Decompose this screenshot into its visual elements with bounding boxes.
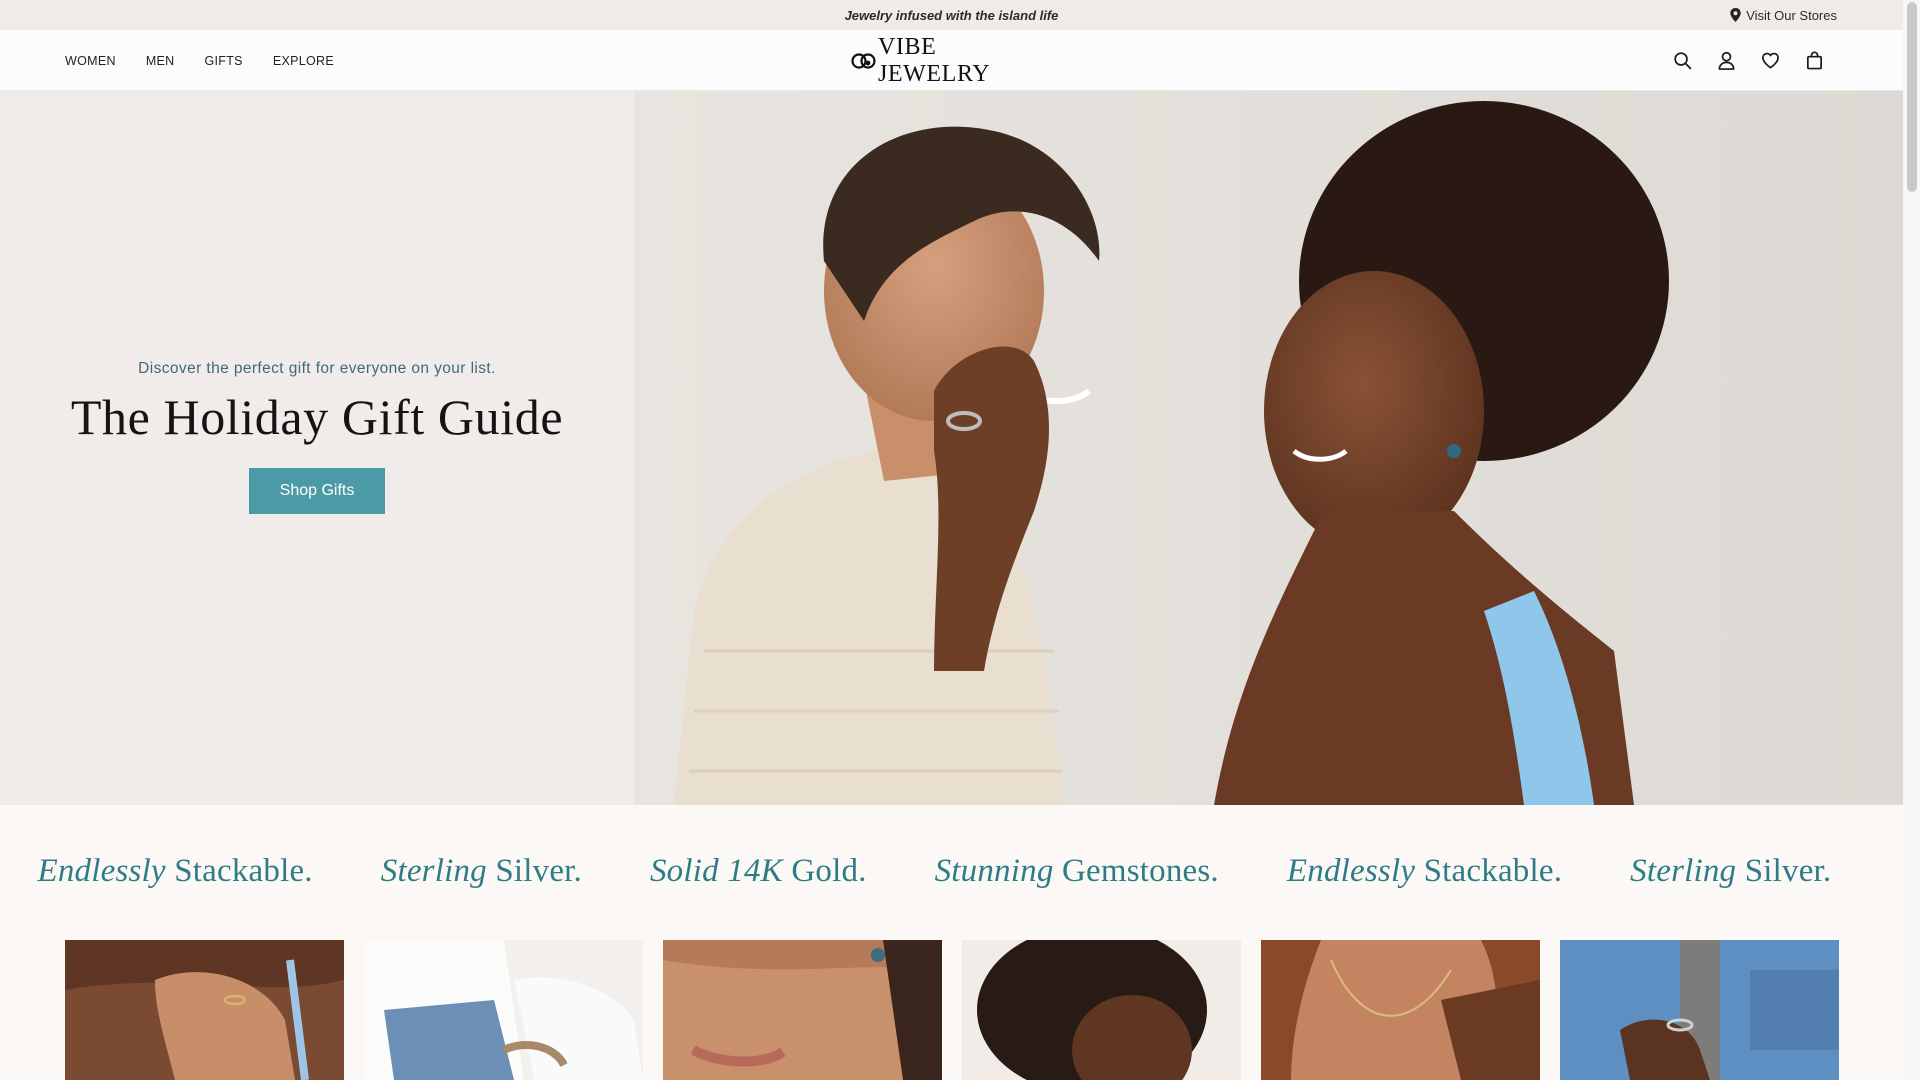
hero-title: The Holiday Gift Guide bbox=[70, 389, 564, 445]
marquee-item: Endlessly Stackable. bbox=[37, 853, 313, 889]
marquee-item: Stunning Gemstones. bbox=[934, 853, 1219, 889]
visit-stores-label: Visit Our Stores bbox=[1746, 7, 1837, 23]
nav-item-explore[interactable]: EXPLORE bbox=[273, 54, 334, 68]
category-tile-bracelets[interactable] bbox=[364, 940, 643, 1080]
nav-item-gifts[interactable]: GIFTS bbox=[205, 54, 243, 68]
marquee-track: s. Endlessly Stackable. Sterling Silver.… bbox=[0, 853, 1899, 890]
nav-item-men[interactable]: MEN bbox=[146, 54, 175, 68]
bag-icon bbox=[1806, 51, 1822, 70]
category-tiles bbox=[65, 940, 1839, 1080]
account-button[interactable] bbox=[1716, 51, 1736, 71]
earrings-image bbox=[663, 940, 942, 1080]
site-header: WOMEN MEN GIFTS EXPLORE VIBE JEWELRY bbox=[0, 30, 1903, 91]
site-logo[interactable]: VIBE JEWELRY bbox=[851, 34, 1055, 87]
location-pin-icon bbox=[1730, 8, 1741, 22]
value-props-marquee: s. Endlessly Stackable. Sterling Silver.… bbox=[0, 805, 1903, 940]
main-nav: WOMEN MEN GIFTS EXPLORE bbox=[65, 30, 334, 91]
mens-image bbox=[1560, 940, 1839, 1080]
scrollbar-thumb[interactable] bbox=[1907, 2, 1917, 192]
search-button[interactable] bbox=[1672, 51, 1692, 71]
marquee-item: Solid 14K Gold. bbox=[649, 853, 867, 889]
header-actions bbox=[1672, 30, 1824, 91]
category-tile-earrings[interactable] bbox=[663, 940, 942, 1080]
marquee-item: Sterling Silver. bbox=[380, 853, 582, 889]
hero-image bbox=[634, 91, 1903, 805]
cart-button[interactable] bbox=[1804, 51, 1824, 71]
category-tile-necklaces[interactable] bbox=[1261, 940, 1540, 1080]
marquee-item: Sterling Silver. bbox=[1630, 853, 1832, 889]
necklaces-image bbox=[1261, 940, 1540, 1080]
hero-couple-photo bbox=[634, 91, 1903, 805]
account-icon bbox=[1718, 51, 1734, 70]
category-tile-gemstones[interactable] bbox=[962, 940, 1241, 1080]
announcement-text: Jewelry infused with the island life bbox=[844, 7, 1059, 23]
gemstones-image bbox=[962, 940, 1241, 1080]
announcement-bar: Jewelry infused with the island life Vis… bbox=[0, 0, 1903, 30]
hero-text-panel: Discover the perfect gift for everyone o… bbox=[0, 91, 634, 805]
page-scrollbar[interactable] bbox=[1903, 0, 1920, 1080]
logo-text: VIBE JEWELRY bbox=[877, 34, 991, 87]
hero-section: Discover the perfect gift for everyone o… bbox=[0, 91, 1903, 805]
logo-mark-icon bbox=[851, 53, 876, 69]
category-tile-mens[interactable] bbox=[1560, 940, 1839, 1080]
heart-icon bbox=[1761, 52, 1779, 69]
nav-item-women[interactable]: WOMEN bbox=[65, 54, 116, 68]
search-icon bbox=[1673, 52, 1691, 70]
visit-stores-link[interactable]: Visit Our Stores bbox=[1730, 0, 1837, 30]
hero-subtitle: Discover the perfect gift for everyone o… bbox=[138, 360, 496, 377]
bracelets-image bbox=[364, 940, 643, 1080]
wishlist-button[interactable] bbox=[1760, 51, 1780, 71]
marquee-item: Endlessly Stackable. bbox=[1286, 853, 1563, 889]
shop-gifts-button[interactable]: Shop Gifts bbox=[249, 468, 385, 514]
category-tile-rings[interactable] bbox=[65, 940, 344, 1080]
rings-image bbox=[65, 940, 344, 1080]
